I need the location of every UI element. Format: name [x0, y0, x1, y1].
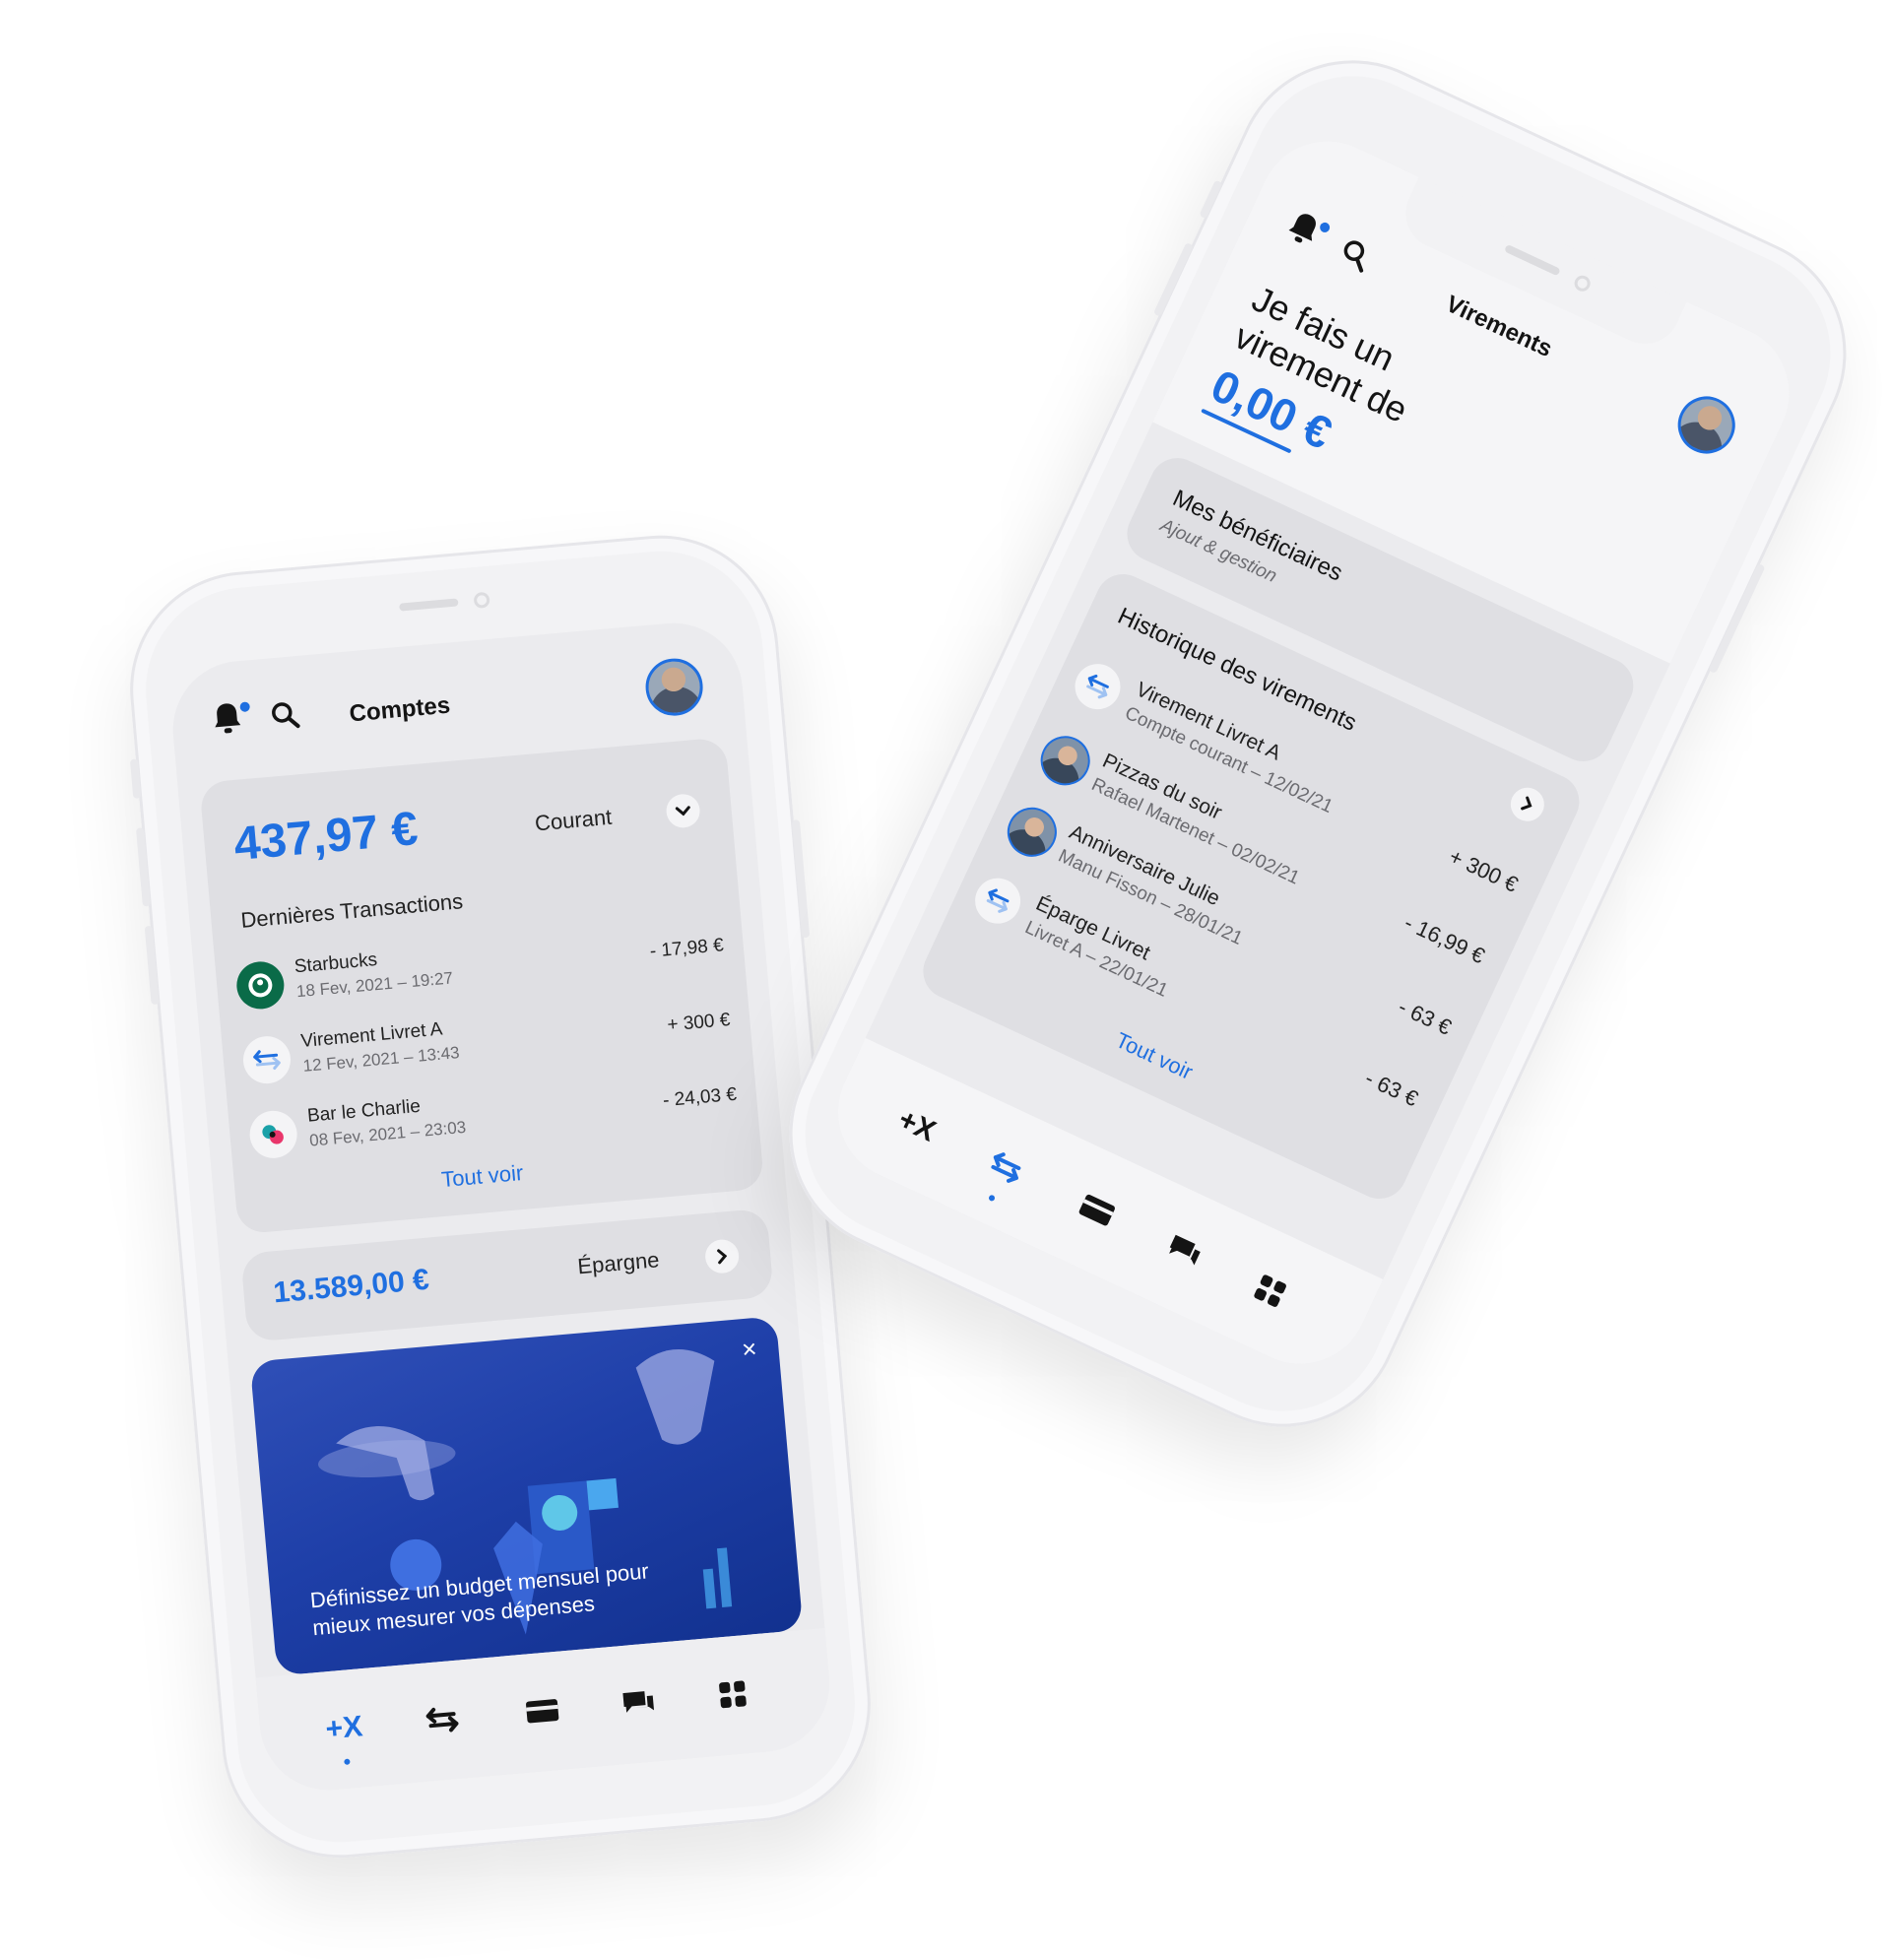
transfer-arrows-icon — [240, 1034, 293, 1086]
mute-switch — [1199, 179, 1223, 220]
transaction-amount: - 17,98 € — [648, 935, 725, 962]
phone-comptes: Comptes 437,97 € Courant Dernières Trans… — [120, 525, 880, 1868]
power-button — [791, 819, 811, 939]
nav-grid-icon[interactable] — [1237, 1258, 1302, 1323]
earpiece-speaker — [1504, 243, 1561, 277]
savings-balance: 13.589,00 € — [272, 1263, 430, 1310]
nav-card-icon[interactable] — [1065, 1177, 1130, 1242]
transaction-amount: - 24,03 € — [662, 1083, 738, 1112]
history-amount: - 16,99 € — [1401, 909, 1489, 969]
avatar[interactable] — [643, 656, 705, 719]
power-button — [1708, 562, 1766, 675]
transaction-name: Starbucks — [293, 949, 378, 978]
transaction-amount: + 300 € — [666, 1010, 732, 1036]
volume-up-button — [1152, 241, 1194, 317]
chevron-right-icon[interactable] — [703, 1238, 741, 1275]
chevron-down-icon[interactable] — [665, 792, 701, 829]
volume-down-button — [144, 925, 160, 1006]
see-all-link[interactable]: Tout voir — [1112, 1027, 1197, 1085]
nav-chat-icon[interactable] — [1151, 1218, 1216, 1283]
history-amount: - 63 € — [1395, 994, 1456, 1040]
contact-avatar-rafael — [1032, 728, 1098, 794]
front-camera — [1572, 273, 1594, 294]
active-indicator — [988, 1194, 997, 1203]
active-indicator — [344, 1758, 351, 1765]
mute-switch — [129, 758, 142, 799]
close-icon[interactable]: × — [741, 1334, 758, 1365]
nav-transfer-icon[interactable] — [416, 1693, 469, 1746]
notification-dot — [239, 701, 251, 713]
nav-transfer-icon[interactable] — [973, 1135, 1038, 1200]
transactions-title: Dernières Transactions — [239, 888, 464, 933]
transfer-arrows-icon — [1067, 656, 1129, 717]
phone-virements: Virements Je fais un virement de 0,00 € … — [750, 21, 1885, 1467]
search-icon[interactable] — [269, 698, 311, 741]
virements-screen: Virements Je fais un virement de 0,00 € … — [815, 118, 1812, 1387]
see-all-link[interactable]: Tout voir — [440, 1160, 524, 1193]
savings-label: Épargne — [576, 1247, 661, 1279]
nav-plusx-icon[interactable]: +X — [317, 1702, 370, 1755]
budget-promo-banner[interactable]: × Définissez un budget mensuel pour mieu… — [249, 1316, 804, 1676]
balance-amount: 437,97 € — [231, 803, 421, 872]
current-account-card: 437,97 € Courant Dernières Transactions … — [199, 737, 765, 1235]
nav-card-icon[interactable] — [516, 1684, 569, 1737]
starbucks-logo-icon — [234, 959, 287, 1012]
contact-avatar-manu — [999, 799, 1066, 866]
history-amount: + 300 € — [1445, 843, 1523, 897]
earpiece-speaker — [399, 598, 459, 612]
bell-icon[interactable] — [210, 699, 252, 742]
nav-chat-icon[interactable] — [612, 1676, 665, 1730]
transfer-arrows-icon — [967, 871, 1028, 932]
bar-logo-icon — [247, 1108, 299, 1160]
account-type-label: Courant — [534, 804, 614, 836]
nav-grid-icon[interactable] — [706, 1667, 759, 1721]
volume-up-button — [135, 827, 151, 907]
chevron-right-icon[interactable] — [1505, 782, 1550, 827]
comptes-screen: Comptes 437,97 € Courant Dernières Trans… — [166, 617, 835, 1797]
history-amount: - 63 € — [1361, 1065, 1422, 1112]
page-title: Comptes — [348, 691, 452, 728]
nav-plusx-icon[interactable]: +X — [884, 1093, 949, 1158]
front-camera — [473, 591, 490, 610]
